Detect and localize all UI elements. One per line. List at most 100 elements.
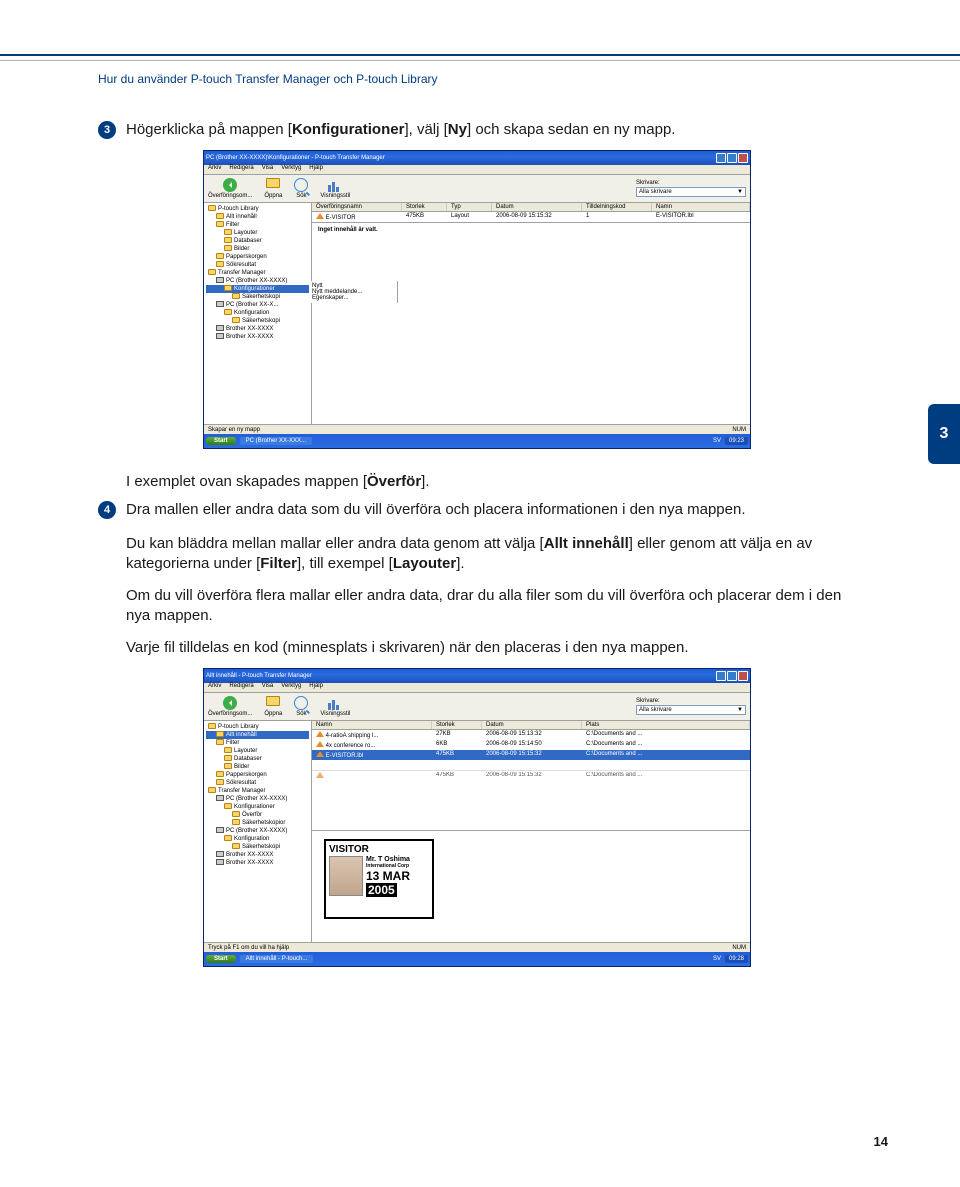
- col-size[interactable]: Storlek: [402, 203, 447, 211]
- window-titlebar[interactable]: PC (Brother XX-XXXX)\Konfigurationer - P…: [204, 151, 750, 165]
- menu-arkiv[interactable]: Arkiv: [208, 683, 221, 692]
- tree-node[interactable]: Konfiguration: [206, 835, 309, 843]
- menu-redigera[interactable]: Redigera: [229, 683, 253, 692]
- menu-visa[interactable]: Visa: [262, 165, 274, 174]
- list-header[interactable]: Namn Storlek Datum Plats: [312, 721, 750, 730]
- close-button[interactable]: [738, 153, 748, 163]
- tree-node[interactable]: Brother XX-XXXX: [206, 333, 309, 341]
- tool-search[interactable]: Sök: [294, 178, 308, 199]
- taskbar-app[interactable]: Allt innehåll - P-touch...: [240, 955, 314, 963]
- context-menu[interactable]: Nytt Nytt meddelande... Egenskaper...: [310, 281, 398, 303]
- tree-node[interactable]: Brother XX-XXXX: [206, 325, 309, 333]
- menu-hjalp[interactable]: Hjälp: [309, 165, 323, 174]
- tree-node[interactable]: Bilder: [206, 763, 309, 771]
- folder-icon: [216, 779, 224, 785]
- list-row[interactable]: E-VISITOR 475KB Layout 2006-08-09 15:15:…: [312, 212, 750, 222]
- tree-node[interactable]: Överför: [206, 811, 309, 819]
- tree-node[interactable]: Säkerhetskopi: [206, 843, 309, 851]
- col-date[interactable]: Datum: [482, 721, 582, 729]
- tree-node[interactable]: PC (Brother XX-X...: [206, 301, 309, 309]
- list-header[interactable]: Överföringsnamn Storlek Typ Datum Tillde…: [312, 203, 750, 212]
- tool-transfer[interactable]: Överföringsom...: [208, 696, 252, 717]
- taskbar[interactable]: Start PC (Brother XX-XXX... SV 09:23: [204, 434, 750, 448]
- tool-displaystyle[interactable]: Visningsstil: [320, 696, 350, 717]
- printer-dropdown[interactable]: Alla skrivare▼: [636, 187, 746, 197]
- start-button[interactable]: Start: [206, 955, 236, 963]
- list-row[interactable]: E-VISITOR.lbl475KB2006-08-09 15:15:32C:\…: [312, 750, 750, 760]
- minimize-button[interactable]: [716, 153, 726, 163]
- tree-node[interactable]: Brother XX-XXXX: [206, 859, 309, 867]
- tree-node[interactable]: Databaser: [206, 755, 309, 763]
- col-location[interactable]: Plats: [582, 721, 750, 729]
- list-row[interactable]: 4-ratioA shipping l...27KB2006-08-09 15:…: [312, 730, 750, 740]
- tree-node[interactable]: Papperskorgen: [206, 771, 309, 779]
- close-button[interactable]: [738, 671, 748, 681]
- printer-dropdown[interactable]: Alla skrivare▼: [636, 705, 746, 715]
- tree-node[interactable]: PC (Brother XX-XXXX): [206, 795, 309, 803]
- menubar[interactable]: Arkiv Redigera Visa Verktyg Hjälp: [204, 683, 750, 693]
- menu-hjalp[interactable]: Hjälp: [309, 683, 323, 692]
- tree-node[interactable]: Layouter: [206, 747, 309, 755]
- col-date[interactable]: Datum: [492, 203, 582, 211]
- tree-node[interactable]: Sökresultat: [206, 261, 309, 269]
- menu-visa[interactable]: Visa: [262, 683, 274, 692]
- tree-node[interactable]: Konfigurationer: [206, 285, 309, 293]
- tree-node[interactable]: Allt innehåll: [206, 213, 309, 221]
- tree-node[interactable]: Sökresultat: [206, 779, 309, 787]
- header-rule-thin: [0, 60, 960, 61]
- taskbar-app[interactable]: PC (Brother XX-XXX...: [240, 437, 312, 445]
- tool-open[interactable]: Öppna: [264, 696, 282, 717]
- col-assign[interactable]: Tilldelningskod: [582, 203, 652, 211]
- taskbar[interactable]: Start Allt innehåll - P-touch... SV 09:2…: [204, 952, 750, 966]
- maximize-button[interactable]: [727, 153, 737, 163]
- menu-arkiv[interactable]: Arkiv: [208, 165, 221, 174]
- tree-node[interactable]: PC (Brother XX-XXXX): [206, 827, 309, 835]
- col-type[interactable]: Typ: [447, 203, 492, 211]
- tree-node[interactable]: Säkerhetskopi: [206, 317, 309, 325]
- col-name[interactable]: Överföringsnamn: [312, 203, 402, 211]
- tool-displaystyle[interactable]: Visningsstil: [320, 178, 350, 199]
- tree-node[interactable]: Konfiguration: [206, 309, 309, 317]
- menu-verktyg[interactable]: Verktyg: [281, 165, 301, 174]
- menu-redigera[interactable]: Redigera: [229, 165, 253, 174]
- menu-verktyg[interactable]: Verktyg: [281, 683, 301, 692]
- tree-node[interactable]: Layouter: [206, 229, 309, 237]
- start-button[interactable]: Start: [206, 437, 236, 445]
- taskbar-lang[interactable]: SV: [713, 956, 721, 962]
- kw-ny: Ny: [448, 121, 467, 138]
- tree-node[interactable]: Transfer Manager: [206, 269, 309, 277]
- tree-node[interactable]: Säkerhetskopior: [206, 819, 309, 827]
- tool-search[interactable]: Sök: [294, 696, 308, 717]
- list-row[interactable]: 4x conference ro...6KB2006-08-09 15:14:5…: [312, 740, 750, 750]
- tree-node[interactable]: Bilder: [206, 245, 309, 253]
- ctx-properties[interactable]: Egenskaper...: [312, 295, 395, 301]
- tree-node[interactable]: Allt innehåll: [206, 731, 309, 739]
- maximize-button[interactable]: [727, 671, 737, 681]
- folder-tree[interactable]: P-touch LibraryAllt innehållFilterLayout…: [204, 721, 312, 942]
- taskbar-lang[interactable]: SV: [713, 438, 721, 444]
- tree-node[interactable]: Databaser: [206, 237, 309, 245]
- tree-node[interactable]: Filter: [206, 221, 309, 229]
- tool-open[interactable]: Öppna: [264, 178, 282, 199]
- folder-tree[interactable]: P-touch LibraryAllt innehållFilterLayout…: [204, 203, 312, 424]
- txt: ], till exempel [: [297, 555, 393, 572]
- tree-node[interactable]: Säkerhetskopi: [206, 293, 309, 301]
- window-titlebar[interactable]: Allt innehåll - P-touch Transfer Manager: [204, 669, 750, 683]
- tree-label: Konfigurationer: [234, 286, 275, 292]
- printer-icon: [216, 851, 224, 857]
- tree-node[interactable]: Brother XX-XXXX: [206, 851, 309, 859]
- menubar[interactable]: Arkiv Redigera Visa Verktyg Hjälp: [204, 165, 750, 175]
- col-filename[interactable]: Namn: [652, 203, 750, 211]
- tree-node[interactable]: P-touch Library: [206, 723, 309, 731]
- tree-node[interactable]: Transfer Manager: [206, 787, 309, 795]
- tree-node[interactable]: Papperskorgen: [206, 253, 309, 261]
- col-name[interactable]: Namn: [312, 721, 432, 729]
- tree-node[interactable]: Filter: [206, 739, 309, 747]
- tool-transfer[interactable]: Överföringsom...: [208, 178, 252, 199]
- tree-node[interactable]: Konfigurationer: [206, 803, 309, 811]
- minimize-button[interactable]: [716, 671, 726, 681]
- tree-node[interactable]: P-touch Library: [206, 205, 309, 213]
- tree-node[interactable]: PC (Brother XX-XXXX): [206, 277, 309, 285]
- window-title: Allt innehåll - P-touch Transfer Manager: [206, 673, 312, 679]
- col-size[interactable]: Storlek: [432, 721, 482, 729]
